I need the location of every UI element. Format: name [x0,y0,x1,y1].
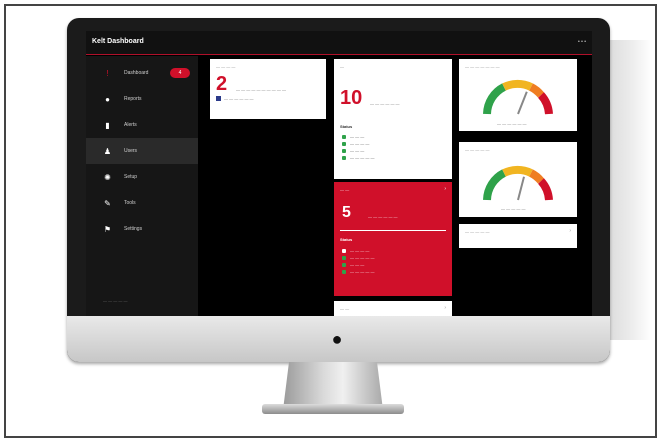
check-icon [342,262,346,267]
gauge-needle [517,176,525,201]
gauge-needle [517,91,528,115]
top-bar-menu[interactable]: • • • [578,39,586,45]
status-section-label: Status [340,124,353,129]
list-item: — — — — — [342,254,374,261]
sidebar-item-alerts[interactable]: ▮ Alerts [86,112,198,138]
card-title: — — [340,187,350,192]
status-subtitle: — — — — — — [370,101,400,106]
sidebar-item-label: Tools [124,200,136,206]
list-item: — — — [342,133,374,140]
card-title: — — — — [216,64,236,69]
sidebar-item-label: Dashboard [124,70,149,76]
list-item: — — — [342,147,374,154]
list-item: — — — — — [342,268,374,275]
check-icon [342,148,346,153]
status-number: 10 [340,87,363,109]
notification-badge: 4 [170,68,190,78]
divider [340,230,446,231]
check-icon [342,141,346,146]
status-card[interactable]: — 10 — — — — — — Status — — — — — — — — … [334,59,452,179]
list-item: — — — — — [342,154,374,161]
list-item: — — — — [342,247,374,254]
alert-subtitle: — — — — — — [368,214,398,219]
error-icon [342,248,346,253]
sidebar-item-tools[interactable]: ✎ Tools [86,190,198,216]
sidebar-item-settings[interactable]: ⚑ Settings [86,216,198,242]
sidebar-item-label: Users [124,148,138,154]
status-list: — — — — — — — — — — — — — — — [342,133,374,161]
sidebar-item-users[interactable]: ♟ Users [86,138,198,164]
gauge-card-1[interactable]: — — — — — — — — — — — — — [459,59,577,131]
sidebar-item-dashboard[interactable]: ! Dashboard 4 [86,60,198,86]
card-menu-icon[interactable]: › [444,305,446,311]
card-title: — [340,64,344,69]
alert-card[interactable]: — — › 5 — — — — — — Status — — — — — — —… [334,182,452,296]
list-item: — — — — [342,140,374,147]
summary-line-1: — — — — — — — — — — [236,87,287,92]
list-item: — — — [342,261,374,268]
alert-number: 5 [342,204,351,221]
sidebar-item-label: Setup [124,174,138,180]
settings-icon: ✺ [104,172,111,182]
chart-icon: ▮ [105,120,110,130]
sidebar-item-label: Reports [124,96,142,102]
top-bar: Kelt Dashboard • • • [86,31,592,55]
bottom-card[interactable]: — — › [334,301,452,316]
alert-section-label: Status [340,237,353,242]
apple-logo-icon: ● [331,329,343,349]
user-icon: ♟ [103,146,112,156]
monitor-stand [283,362,383,410]
sidebar-item-label: Alerts [124,122,137,128]
gauge-card-2[interactable]: — — — — — — — — — — [459,142,577,217]
summary-line-2: — — — — — — [224,96,254,101]
check-icon [342,269,346,274]
sidebar-footer: — — — — — [103,298,128,303]
tag-icon: ⚑ [103,224,112,234]
sidebar-item-setup[interactable]: ✺ Setup [86,164,198,190]
card-title: — — [340,306,350,311]
check-icon [342,134,346,139]
sidebar: ! Dashboard 4 ● Reports ▮ Alerts ♟ Users… [86,56,198,316]
screen: Kelt Dashboard • • • ! Dashboard 4 ● Rep… [86,31,592,316]
summary-legend-swatch [216,96,221,101]
card-menu-icon[interactable]: › [444,186,446,192]
sidebar-item-reports[interactable]: ● Reports [86,86,198,112]
check-icon [342,255,346,260]
wrench-icon: ✎ [104,198,111,208]
alert-list: — — — — — — — — — — — — — — — — — [342,247,374,275]
sidebar-item-label: Settings [124,226,143,232]
card-title: — — — — — [465,229,490,234]
app-title: Kelt Dashboard [92,38,144,45]
check-icon [342,155,346,160]
gauge-caption: — — — — — — [497,121,527,126]
gauge-caption: — — — — — [501,206,526,211]
alert-icon: ! [106,68,109,78]
card-menu-icon[interactable]: › [569,228,571,234]
info-icon: ● [105,94,110,104]
summary-card[interactable]: — — — — 2 — — — — — — — — — — — — — — — … [210,59,326,119]
summary-number: 2 [216,73,228,95]
monitor-base [262,404,404,414]
small-card[interactable]: — — — — — › [459,224,577,248]
